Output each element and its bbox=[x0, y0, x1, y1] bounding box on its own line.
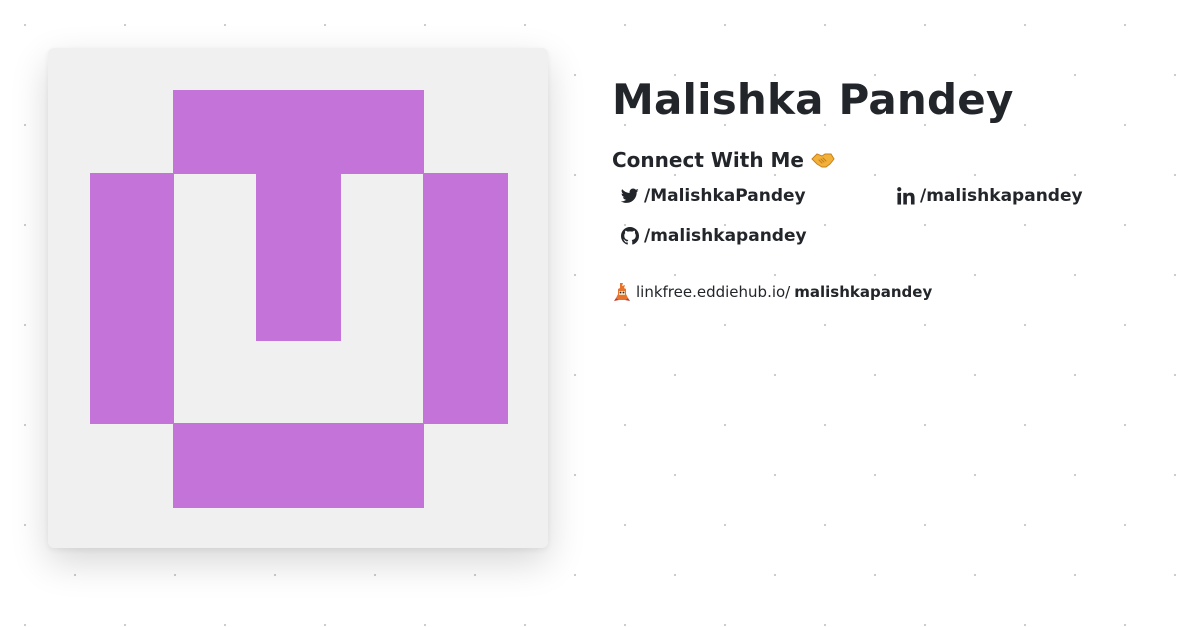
profile-info: Malishka Pandey Connect With Me /Malishk… bbox=[612, 72, 1172, 302]
linkfree-domain: linkfree.eddiehub.io/ bbox=[636, 283, 791, 301]
github-icon bbox=[620, 226, 640, 246]
twitter-handle: /MalishkaPandey bbox=[644, 186, 806, 206]
twitter-link[interactable]: /MalishkaPandey bbox=[620, 186, 806, 206]
linkfree-logo-icon bbox=[614, 282, 630, 302]
linkfree-link[interactable]: linkfree.eddiehub.io/ malishkapandey bbox=[612, 282, 1172, 302]
identicon-avatar bbox=[90, 90, 508, 508]
connect-heading: Connect With Me bbox=[612, 146, 1172, 174]
avatar bbox=[48, 48, 548, 548]
linkfree-username: malishkapandey bbox=[794, 283, 933, 301]
handshake-icon bbox=[811, 150, 835, 170]
github-link[interactable]: /malishkapandey bbox=[620, 226, 807, 246]
social-links: /MalishkaPandey /malishkapandey /malishk… bbox=[612, 186, 1172, 266]
profile-name: Malishka Pandey bbox=[612, 75, 1014, 124]
github-handle: /malishkapandey bbox=[644, 226, 807, 246]
linkedin-handle: /malishkapandey bbox=[920, 186, 1083, 206]
linkedin-link[interactable]: /malishkapandey bbox=[896, 186, 1083, 206]
twitter-icon bbox=[620, 186, 640, 206]
connect-heading-label: Connect With Me bbox=[612, 148, 804, 172]
linkedin-icon bbox=[896, 186, 916, 206]
